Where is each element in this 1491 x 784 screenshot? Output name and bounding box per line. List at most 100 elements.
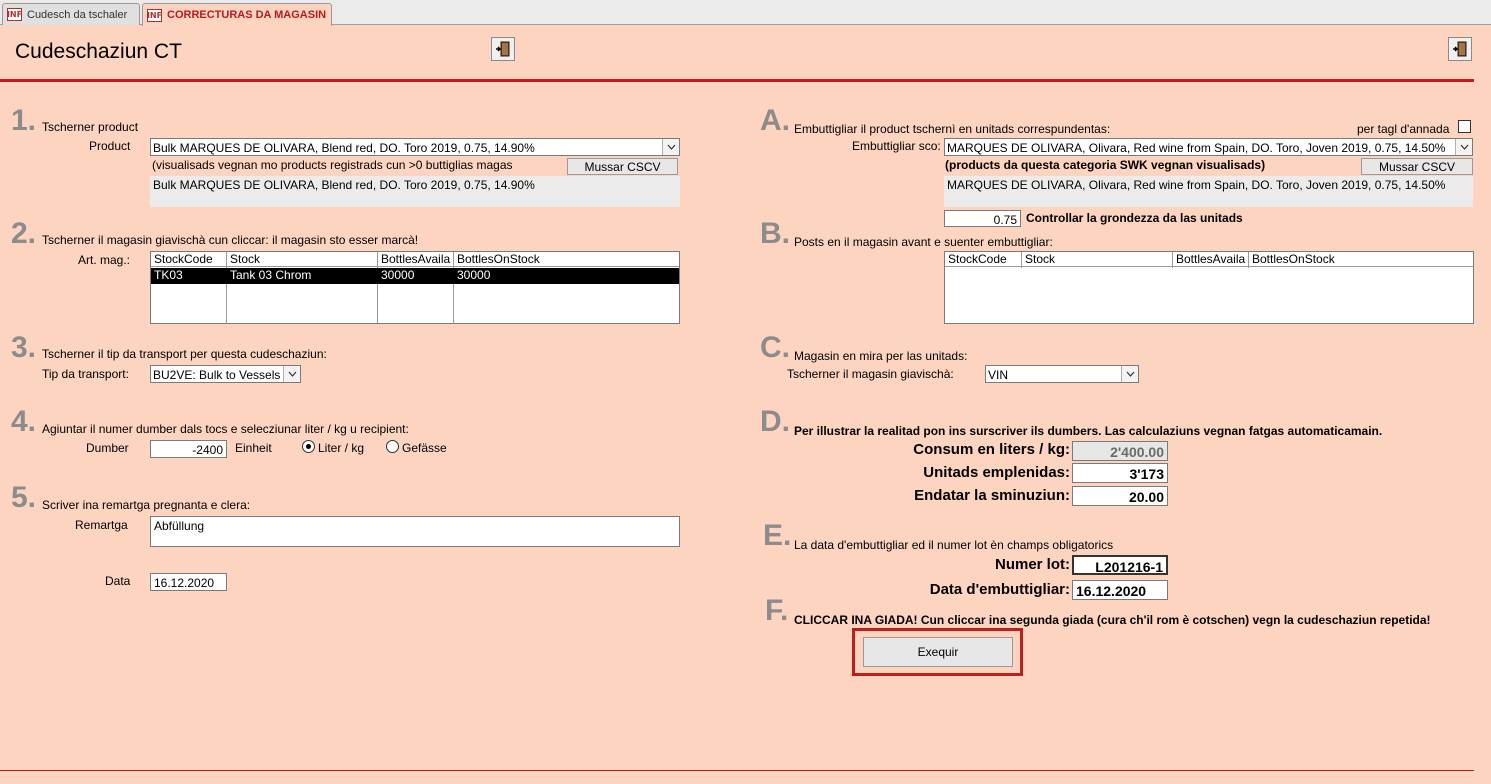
liter-kg-radio[interactable] [302, 440, 315, 453]
step-letter-c: C. [760, 331, 790, 364]
transport-type-combo[interactable]: BU2VE: Bulk to Vessels [150, 365, 301, 383]
chevron-down-icon[interactable] [1121, 366, 1138, 382]
column-header-bottles-available[interactable]: BottlesAvaila [378, 252, 453, 267]
form-icon: INF [146, 8, 163, 22]
step-c-title: Magasin en mira per las unitads: [794, 349, 968, 363]
chevron-down-icon[interactable] [662, 139, 679, 155]
step-letter-b: B. [760, 217, 790, 250]
chevron-down-icon[interactable] [283, 366, 300, 382]
page-title: Cudeschaziun CT [15, 40, 182, 63]
chevron-down-icon[interactable] [1455, 139, 1472, 155]
transport-type-value: BU2VE: Bulk to Vessels [153, 368, 281, 382]
show-cscv-button-right[interactable]: Mussar CSCV [1361, 158, 1473, 175]
unit-label: Einheit [235, 441, 272, 455]
step-number-2: 2. [11, 217, 37, 250]
containers-label: Gefässe [402, 441, 447, 455]
step-number-5: 5. [11, 481, 37, 514]
exit-button[interactable] [1448, 37, 1472, 61]
reduction-label: Endatar la sminuziun: [914, 487, 1070, 504]
form-icon: INF [6, 8, 23, 21]
containers-radio[interactable] [386, 440, 399, 453]
product-combo-value: Bulk MARQUES DE OLIVARA, Blend red, DO. … [153, 141, 535, 155]
cell-stockcode: TK03 [154, 268, 183, 282]
remark-input[interactable]: Abfüllung [150, 516, 680, 547]
product-combo[interactable]: Bulk MARQUES DE OLIVARA, Blend red, DO. … [150, 138, 680, 156]
bottle-as-hint: (products da questa categoria SWK vegnan… [945, 158, 1266, 172]
column-header-stock[interactable]: Stock [227, 252, 377, 267]
target-store-combo[interactable]: VIN [985, 365, 1139, 383]
per-tagl-checkbox[interactable] [1458, 120, 1471, 133]
product-detail: Bulk MARQUES DE OLIVARA, Blend red, DO. … [150, 176, 680, 207]
unit-size-input[interactable]: 0.75 [944, 210, 1021, 227]
quantity-input[interactable]: -2400 [150, 440, 227, 458]
step-d-title: Per illustrar la realitad pon ins surscr… [794, 424, 1383, 438]
cell-bottles-available: 30000 [381, 268, 415, 282]
art-mag-label: Art. mag.: [78, 253, 131, 267]
exit-door-icon [496, 41, 510, 57]
quantity-label: Dumber [86, 441, 129, 455]
bottle-as-label: Embuttigliar sco: [852, 139, 941, 153]
exit-door-icon [1453, 41, 1467, 57]
step-4-title: Agiuntar il numer dumber dals tocs e sel… [42, 422, 409, 436]
cell-stock: Tank 03 Chrom [230, 268, 312, 282]
step-1-title: Tscherner product [42, 120, 139, 134]
stock-grid[interactable]: StockCode Stock BottlesAvaila BottlesOnS… [150, 251, 680, 324]
consumption-label: Consum en liters / kg: [913, 441, 1070, 458]
lot-number-input[interactable]: L201216-1 [1072, 555, 1168, 575]
consumption-input: 2'400.00 [1072, 441, 1168, 461]
filled-units-label: Unitads emplenidas: [923, 464, 1070, 481]
unit-size-label: Controllar la grondezza da las unitads [1026, 211, 1243, 225]
step-e-title: La data d'embuttigliar ed il numer lot è… [794, 538, 1114, 552]
tab-cudesch-da-tschaler[interactable]: INF Cudesch da tschaler [2, 3, 140, 25]
step-b-title: Posts en il magasin avant e suenter embu… [794, 235, 1053, 249]
bottling-date-input[interactable]: 16.12.2020 [1072, 580, 1168, 600]
reduction-input[interactable]: 20.00 [1072, 486, 1168, 506]
liter-kg-label: Liter / kg [318, 441, 365, 455]
step-2-title: Tscherner il magasin giavischà cun clicc… [42, 233, 419, 247]
step-a-title: Embuttigliar il product tschernì en unit… [794, 122, 1111, 136]
tab-correcturas-da-magasin[interactable]: INF CORRECTURAS DA MAGASIN [142, 3, 332, 26]
step-number-3: 3. [11, 331, 37, 364]
header-divider [0, 79, 1474, 82]
bottling-date-label: Data d'embuttigliar: [929, 581, 1070, 598]
show-cscv-button[interactable]: Mussar CSCV [567, 158, 678, 175]
filled-units-input[interactable]: 3'173 [1072, 463, 1168, 483]
step-number-4: 4. [11, 405, 37, 438]
column-header-bottles-on-stock[interactable]: BottlesOnStock [454, 252, 679, 267]
cell-bottles-on-stock: 30000 [457, 268, 491, 282]
column-header-bottles-available[interactable]: BottlesAvaila [1173, 252, 1248, 267]
product-hint: (visualisads vegnan mo products registra… [152, 158, 513, 172]
column-header-stockcode[interactable]: StockCode [945, 252, 1021, 267]
product-label: Product [89, 139, 131, 153]
step-letter-f: F. [765, 594, 789, 627]
bottle-as-value: MARQUES DE OLIVARA, Olivara, Red wine fr… [947, 141, 1446, 155]
date-input[interactable]: 16.12.2020 [150, 573, 227, 591]
step-number-1: 1. [11, 104, 37, 137]
column-header-bottles-on-stock[interactable]: BottlesOnStock [1249, 252, 1473, 267]
tab-label: CORRECTURAS DA MAGASIN [167, 9, 327, 21]
date-label: Data [105, 574, 131, 588]
footer-divider [0, 770, 1474, 771]
per-tagl-label: per tagl d'annada [1357, 122, 1450, 136]
bottle-as-detail: MARQUES DE OLIVARA, Olivara, Red wine fr… [944, 176, 1473, 207]
tab-bar: INF Cudesch da tschaler INF CORRECTURAS … [0, 0, 1491, 26]
step-f-title: CLICCAR INA GIADA! Cun cliccar ina segun… [794, 613, 1431, 627]
step-letter-d: D. [760, 405, 790, 438]
stock-posts-grid[interactable]: StockCode Stock BottlesAvaila BottlesOnS… [944, 251, 1474, 324]
column-header-stockcode[interactable]: StockCode [151, 252, 226, 267]
bottle-as-combo[interactable]: MARQUES DE OLIVARA, Olivara, Red wine fr… [944, 138, 1473, 156]
remark-label: Remartga [75, 518, 128, 532]
lot-number-label: Numer lot: [995, 556, 1070, 573]
step-5-title: Scriver ina remartga pregnanta e clera: [42, 498, 251, 512]
step-letter-a: A. [760, 104, 790, 137]
step-letter-e: E. [763, 519, 792, 552]
table-row[interactable]: TK03 Tank 03 Chrom 30000 30000 [151, 268, 679, 284]
step-3-title: Tscherner il tip da transport per questa… [42, 347, 327, 361]
column-header-stock[interactable]: Stock [1022, 252, 1172, 267]
target-store-label: Tscherner il magasin giavischà: [787, 367, 954, 381]
close-form-button[interactable] [491, 37, 515, 61]
transport-type-label: Tip da transport: [42, 367, 129, 381]
target-store-value: VIN [988, 368, 1009, 382]
execute-button[interactable]: Exequir [863, 637, 1013, 667]
tab-label: Cudesch da tschaler [27, 8, 128, 21]
